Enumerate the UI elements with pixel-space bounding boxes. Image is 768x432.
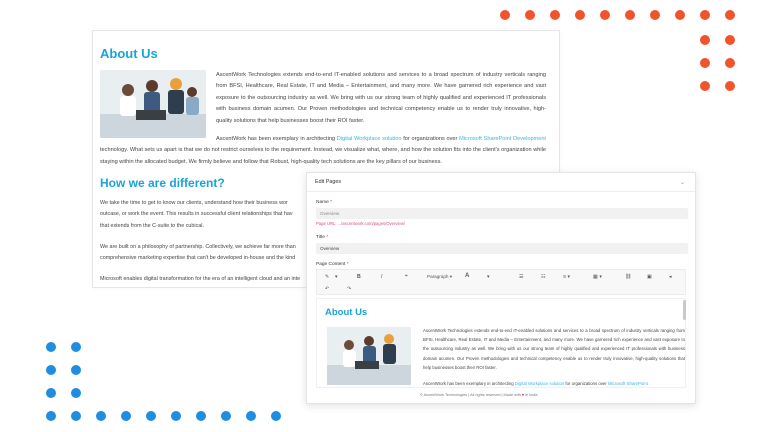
media-icon[interactable]: ◂ bbox=[669, 274, 672, 280]
rich-text-editor[interactable]: About Us AscentWork Technologies extends… bbox=[316, 298, 686, 388]
panel-title: Edit Pages bbox=[315, 179, 342, 185]
editor-sharepoint-link[interactable]: Microsoft SharePoint bbox=[608, 381, 648, 386]
footer-copyright: © AscentWork Technologies | All rights r… bbox=[420, 393, 538, 397]
sharepoint-development-link[interactable]: Microsoft SharePoint Development bbox=[459, 136, 546, 142]
about-heading: About Us bbox=[100, 46, 158, 61]
different-heading: How we are different? bbox=[100, 176, 225, 190]
italic-button[interactable]: I bbox=[381, 274, 382, 280]
about-intro-paragraph: AscentWork Technologies extends end-to-e… bbox=[216, 72, 546, 124]
digital-workplace-link[interactable]: Digital Workplace solution bbox=[337, 136, 402, 142]
numbered-list-icon[interactable]: ☷ bbox=[541, 274, 546, 280]
editor-team-photo bbox=[327, 327, 411, 385]
editor-intro-paragraph: AscentWork Technologies extends end-to-e… bbox=[423, 328, 685, 370]
editor-scrollbar[interactable] bbox=[683, 300, 686, 320]
paragraph-select[interactable]: Paragraph ▾ bbox=[427, 274, 452, 280]
editor-about-heading: About Us bbox=[325, 307, 368, 318]
bold-button[interactable]: B bbox=[357, 274, 361, 280]
different-paragraph-2: We are built on a philosophy of partners… bbox=[100, 244, 296, 262]
about-exemplary-paragraph: AscentWork has been exemplary in archite… bbox=[100, 136, 546, 165]
redo-button[interactable]: ↷ bbox=[347, 286, 351, 292]
title-input[interactable]: Overview bbox=[316, 243, 688, 254]
bulleted-list-icon[interactable]: ☰ bbox=[519, 274, 524, 280]
editor-digital-workplace-link[interactable]: Digital Workplace solution bbox=[515, 381, 564, 386]
chevron-down-icon[interactable]: ⌄ bbox=[680, 179, 685, 186]
undo-button[interactable]: ↶ bbox=[325, 286, 329, 292]
chevron-down-icon[interactable]: ▾ bbox=[335, 274, 338, 280]
panel-divider bbox=[307, 191, 695, 192]
magic-icon[interactable]: ✎ bbox=[325, 274, 329, 280]
page-content-label: Page Content * bbox=[316, 262, 349, 267]
name-label: Name * bbox=[316, 200, 333, 205]
title-label: Title * bbox=[316, 235, 329, 240]
name-input[interactable]: Overview bbox=[316, 208, 688, 219]
page-url-hint: Page URL: .../ascentwork.com/pages/Overv… bbox=[316, 221, 405, 226]
different-paragraph-1: We take the time to get to know our clie… bbox=[100, 200, 293, 229]
table-icon[interactable]: ▦ ▾ bbox=[593, 274, 602, 280]
chevron-down-icon[interactable]: ▾ bbox=[487, 274, 490, 280]
image-icon[interactable]: ▣ bbox=[647, 274, 652, 280]
different-paragraph-3: Microsoft enables digital transformation… bbox=[100, 276, 301, 282]
quote-button[interactable]: ❝ bbox=[405, 274, 408, 280]
editor-exemplary-paragraph: AscentWork has been exemplary in archite… bbox=[423, 381, 648, 386]
link-icon[interactable]: ⛓ bbox=[625, 274, 632, 280]
about-team-photo bbox=[100, 70, 206, 138]
editor-toolbar: ✎ ▾ B I ❝ Paragraph ▾ A ▾ ☰ ☷ ≡ ▾ ▦ ▾ ⛓ … bbox=[316, 269, 686, 295]
align-icon[interactable]: ≡ ▾ bbox=[563, 274, 570, 280]
font-color-button[interactable]: A bbox=[465, 273, 469, 279]
